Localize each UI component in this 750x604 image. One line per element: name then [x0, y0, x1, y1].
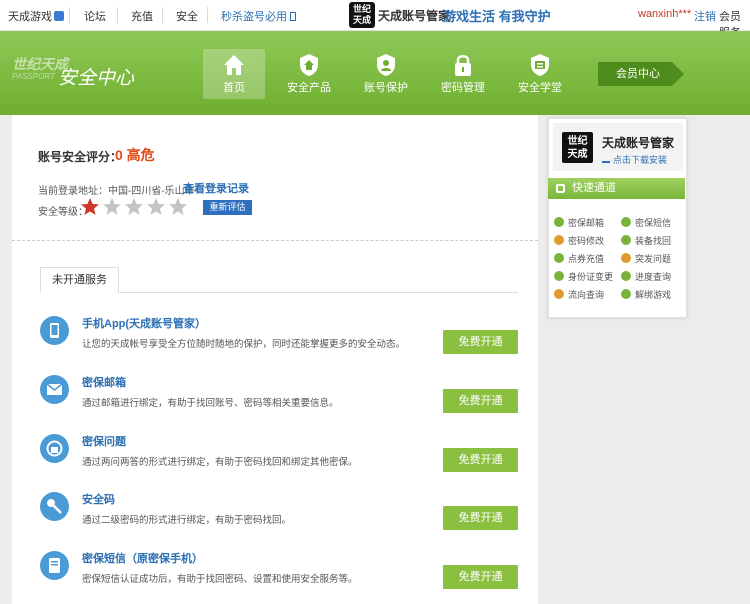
envelope-icon: [40, 375, 69, 404]
manager-title: 天成账号管家: [602, 136, 675, 150]
view-login-records-link[interactable]: 查看登录记录: [183, 180, 249, 196]
search-icon: [621, 271, 631, 281]
envelope-icon: [554, 217, 564, 227]
divider: [69, 7, 70, 23]
enable-free-button[interactable]: 免费开通: [443, 565, 518, 589]
quick-link-emergency[interactable]: 突发问题: [621, 252, 671, 265]
service-title[interactable]: 手机App(天成账号管家）: [82, 315, 206, 331]
chart-icon: [554, 289, 564, 299]
manager-logo: 世纪 天成: [562, 132, 593, 163]
quick-link-flow[interactable]: 流向查询: [554, 288, 604, 301]
recharge-link[interactable]: 充值: [131, 8, 153, 24]
star-icon: [169, 198, 187, 215]
enable-free-button[interactable]: 免费开通: [443, 448, 518, 472]
security-link[interactable]: 安全: [176, 8, 198, 24]
nav-password-management[interactable]: 密码管理: [432, 49, 494, 99]
divider: [162, 7, 163, 23]
divider: [12, 240, 538, 241]
promo-link[interactable]: 秒杀盗号必用: [221, 8, 297, 24]
quick-link-unbind[interactable]: 解绑游戏: [621, 288, 671, 301]
shield-house-icon: [300, 54, 318, 76]
star-icon: [147, 198, 165, 215]
top-bar: 天成游戏 论坛 充值 安全 秒杀盗号必用 世纪 天成 天成账号管家 游戏生活 有我…: [0, 0, 750, 39]
score-label: 账号安全评分：: [38, 150, 123, 164]
question-icon: [621, 253, 631, 263]
tab-inactive-services[interactable]: 未开通服务: [40, 267, 119, 293]
quick-link-sms[interactable]: 密保短信: [621, 216, 671, 229]
service-item-question: 密保问题 通过两问两答的形式进行绑定，有助于密码找回和绑定其他密保。 免费开通: [40, 433, 520, 483]
quick-link-equipment[interactable]: 装备找回: [621, 234, 671, 247]
enable-free-button[interactable]: 免费开通: [443, 389, 518, 413]
security-level-stars: [80, 197, 190, 220]
service-title[interactable]: 密保邮箱: [82, 374, 126, 390]
service-item-app: 手机App(天成账号管家） 让您的天成帐号享受全方位随时随地的保护，同时还能掌握…: [40, 315, 520, 365]
download-link[interactable]: 点击下载安装: [602, 153, 667, 166]
coin-icon: [554, 253, 564, 263]
slogan: 游戏生活 有我守护: [443, 9, 551, 24]
star-icon: [103, 198, 121, 215]
nav-home[interactable]: 首页: [203, 49, 265, 99]
manager-promo[interactable]: 世纪 天成 天成账号管家 点击下载安装: [553, 123, 683, 171]
star-icon: [125, 198, 143, 215]
service-item-email: 密保邮箱 通过邮箱进行绑定，有助于找回账号、密码等相关重要信息。 免费开通: [40, 374, 520, 424]
logout-link[interactable]: 注销: [694, 8, 716, 24]
brand-passport-text: PASSPORT: [12, 72, 55, 81]
refresh-icon: [621, 235, 631, 245]
enable-free-button[interactable]: 免费开通: [443, 330, 518, 354]
login-location: 当前登录地址：中国-四川省-乐山市-: [38, 186, 198, 197]
forum-link[interactable]: 论坛: [84, 8, 106, 24]
nav-security-school[interactable]: 安全学堂: [509, 49, 571, 99]
divider: [117, 7, 118, 23]
game-menu[interactable]: 天成游戏: [8, 8, 64, 24]
reevaluate-button[interactable]: 重新评估: [203, 200, 252, 215]
lock-icon: [455, 55, 471, 76]
pencil-icon: [554, 235, 564, 245]
star-icon: [81, 198, 99, 215]
book-shield-icon: [531, 54, 549, 76]
quick-link-email[interactable]: 密保邮箱: [554, 216, 604, 229]
manager-logo[interactable]: 世纪 天成: [349, 2, 375, 28]
main-panel: 账号安全评分： 0 高危 当前登录地址：中国-四川省-乐山市- 查看登录记录 安…: [12, 115, 538, 604]
quick-link-coupon[interactable]: 点券充值: [554, 252, 604, 265]
member-center-button[interactable]: 会员中心: [598, 62, 684, 86]
header-banner: 世纪天成 PASSPORT 安全中心 首页 安全产品 账号保护 密码管理 安全学…: [0, 31, 750, 115]
username[interactable]: wanxinh***: [638, 8, 691, 20]
dropdown-check-icon: [54, 11, 64, 21]
download-icon: [602, 155, 610, 163]
service-desc: 让您的天成帐号享受全方位随时随地的保护，同时还能掌握更多的安全动态。: [82, 339, 406, 350]
service-item-security-code: 安全码 通过二级密码的形式进行绑定，有助于密码找回。 免费开通: [40, 491, 520, 541]
nav-account-protection[interactable]: 账号保护: [355, 49, 417, 99]
enable-free-button[interactable]: 免费开通: [443, 506, 518, 530]
sms-icon: [40, 551, 69, 580]
manager-title[interactable]: 天成账号管家: [378, 7, 450, 24]
service-desc: 通过邮箱进行绑定，有助于找回账号、密码等相关重要信息。: [82, 398, 339, 409]
service-item-sms: 密保短信（原密保手机） 密保短信认证成功后，有助于找回密码、设置和使用安全服务等…: [40, 550, 520, 600]
nav-security-products[interactable]: 安全产品: [278, 49, 340, 99]
quick-link-progress[interactable]: 进度查询: [621, 270, 671, 283]
user-shield-icon: [377, 54, 395, 76]
service-title[interactable]: 密保问题: [82, 433, 126, 449]
service-title[interactable]: 密保短信（原密保手机）: [82, 550, 203, 566]
question-lock-icon: [40, 434, 69, 463]
service-desc: 密保短信认证成功后，有助于找回密码、设置和使用安全服务等。: [82, 574, 358, 585]
gamepad-icon: [621, 289, 631, 299]
key-icon: [40, 492, 69, 521]
home-icon: [224, 55, 244, 75]
quick-link-id-change[interactable]: 身份证变更: [554, 270, 613, 283]
phone-icon: [621, 217, 631, 227]
phone-icon: [40, 316, 69, 345]
quick-icon: [556, 184, 565, 193]
page-brand-title: 安全中心: [58, 68, 135, 89]
quick-link-password[interactable]: 密码修改: [554, 234, 604, 247]
quick-channel-header: 快速通道: [548, 178, 685, 199]
divider: [207, 7, 208, 23]
service-desc: 通过二级密码的形式进行绑定，有助于密码找回。: [82, 515, 292, 526]
score-value: 0 高危: [115, 147, 155, 163]
service-title[interactable]: 安全码: [82, 491, 115, 507]
phone-icon: [290, 12, 297, 21]
alert-icon: [554, 271, 564, 281]
service-desc: 通过两问两答的形式进行绑定，有助于密码找回和绑定其他密保。: [82, 457, 358, 468]
